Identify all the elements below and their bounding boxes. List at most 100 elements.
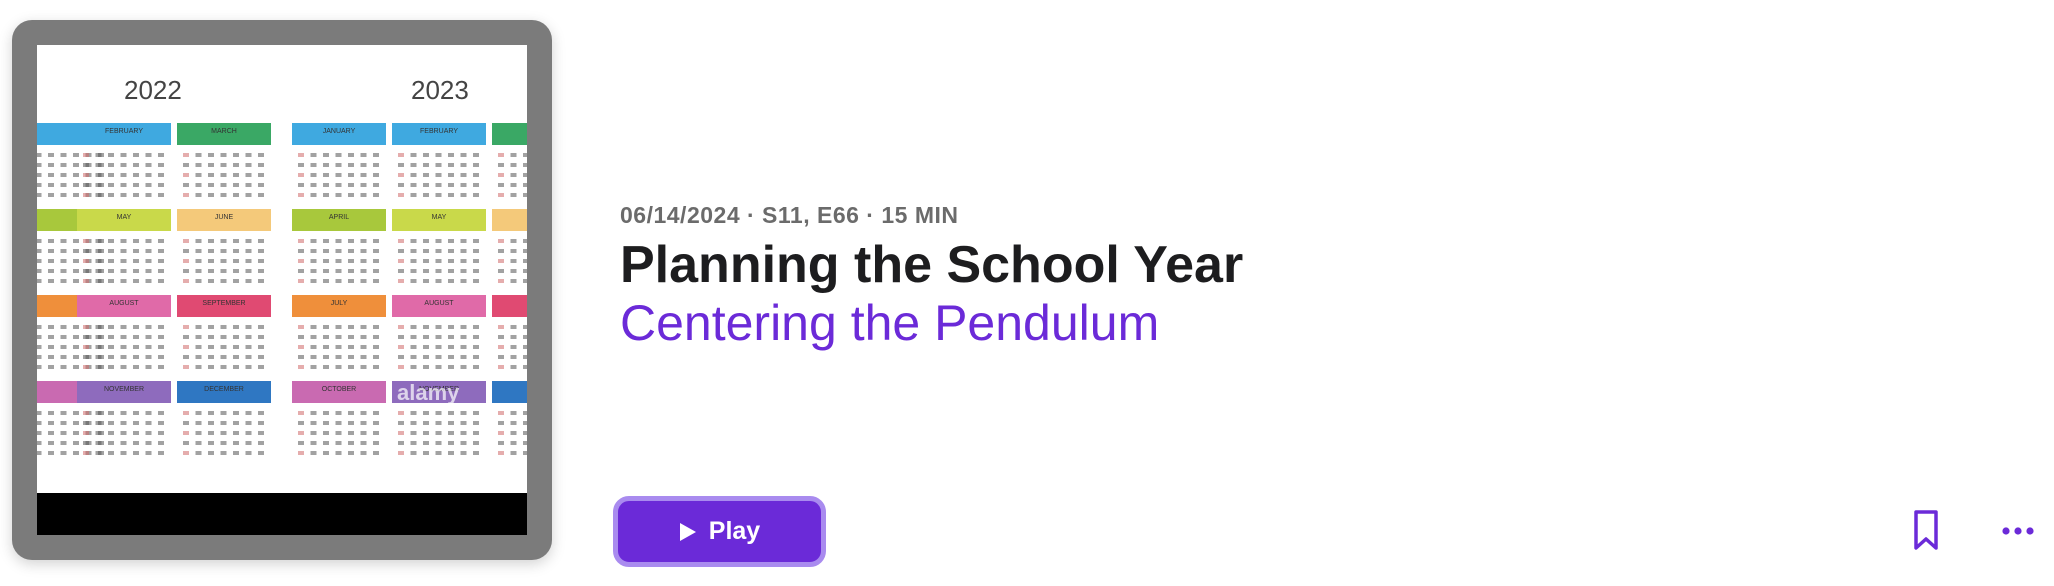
calendar-day <box>258 421 264 425</box>
calendar-day <box>335 365 342 369</box>
calendar-day <box>83 421 89 425</box>
calendar-day <box>348 411 354 415</box>
month-header-r2 <box>492 123 527 145</box>
calendar-day <box>195 345 202 349</box>
calendar-day <box>60 411 67 415</box>
calendar-day <box>183 451 189 455</box>
calendar-day <box>220 441 227 445</box>
calendar-day <box>108 279 114 283</box>
calendar-day <box>423 173 429 177</box>
calendar-day <box>145 451 152 455</box>
calendar-day <box>195 325 202 329</box>
calendar-day <box>348 355 354 359</box>
calendar-day <box>323 335 329 339</box>
calendar-day <box>298 163 304 167</box>
calendar-day <box>510 173 517 177</box>
calendar-day <box>310 239 317 243</box>
calendar-day <box>460 325 467 329</box>
calendar-day <box>473 173 479 177</box>
more-button[interactable] <box>1998 516 2038 546</box>
calendar-day <box>158 163 164 167</box>
calendar-day <box>145 355 152 359</box>
calendar-day <box>183 239 189 243</box>
calendar-day <box>133 173 139 177</box>
calendar-day <box>133 365 139 369</box>
calendar-day <box>73 421 79 425</box>
calendar-day <box>95 345 102 349</box>
calendar-day <box>298 239 304 243</box>
calendar-day <box>145 249 152 253</box>
calendar-day <box>158 431 164 435</box>
calendar-day <box>95 239 102 243</box>
calendar-day <box>398 411 404 415</box>
calendar-day <box>410 355 417 359</box>
calendar-day <box>398 335 404 339</box>
calendar-day <box>37 325 42 329</box>
calendar-day <box>310 365 317 369</box>
calendar-day <box>310 269 317 273</box>
calendar-day <box>245 325 252 329</box>
calendar-day <box>120 365 127 369</box>
calendar-day <box>435 153 442 157</box>
calendar-day <box>83 193 89 197</box>
calendar-day <box>95 335 102 339</box>
calendar-day <box>245 411 252 415</box>
calendar-day <box>423 335 429 339</box>
calendar-day <box>298 335 304 339</box>
calendar-day <box>48 355 54 359</box>
calendar-day <box>348 365 354 369</box>
calendar-day <box>233 451 239 455</box>
calendar-day <box>233 325 239 329</box>
play-button[interactable]: Play <box>613 496 826 567</box>
calendar-day <box>473 153 479 157</box>
month-header-r11 <box>492 381 527 403</box>
calendar-day <box>323 279 329 283</box>
calendar-day <box>73 335 79 339</box>
calendar-day <box>258 193 264 197</box>
calendar-day <box>73 173 79 177</box>
calendar-day <box>220 239 227 243</box>
calendar-day <box>73 325 79 329</box>
podcast-name[interactable]: Centering the Pendulum <box>620 294 1620 352</box>
calendar-day <box>60 355 67 359</box>
calendar-day <box>410 249 417 253</box>
calendar-day <box>120 441 127 445</box>
bookmark-button[interactable] <box>1908 508 1944 552</box>
calendar-day <box>410 421 417 425</box>
calendar-day <box>258 259 264 263</box>
calendar-day <box>360 365 367 369</box>
calendar-day <box>335 355 342 359</box>
calendar-day <box>335 163 342 167</box>
calendar-day <box>120 259 127 263</box>
calendar-day <box>498 163 504 167</box>
calendar-day <box>108 345 114 349</box>
calendar-day <box>108 193 114 197</box>
calendar-day <box>95 249 102 253</box>
calendar-day <box>233 259 239 263</box>
calendar-day <box>145 365 152 369</box>
calendar-day <box>498 365 504 369</box>
calendar-day <box>460 411 467 415</box>
calendar-day <box>37 421 42 425</box>
calendar-day <box>233 173 239 177</box>
calendar-day <box>423 183 429 187</box>
calendar-day <box>473 239 479 243</box>
calendar-day <box>220 345 227 349</box>
calendar-day <box>423 249 429 253</box>
calendar-day <box>460 279 467 283</box>
episode-meta: 06/14/2024 · S11, E66 · 15 MIN <box>620 202 959 228</box>
calendar-day <box>360 451 367 455</box>
month-label-l5: JUNE <box>215 214 234 221</box>
calendar-day <box>245 173 252 177</box>
calendar-day <box>398 441 404 445</box>
calendar-day <box>73 355 79 359</box>
calendar-day <box>360 355 367 359</box>
calendar-day <box>435 441 442 445</box>
calendar-day <box>83 451 89 455</box>
calendar-day <box>183 441 189 445</box>
calendar-day <box>448 153 454 157</box>
calendar-day <box>310 163 317 167</box>
calendar-day <box>145 183 152 187</box>
calendar-day <box>398 183 404 187</box>
calendar-day <box>323 259 329 263</box>
